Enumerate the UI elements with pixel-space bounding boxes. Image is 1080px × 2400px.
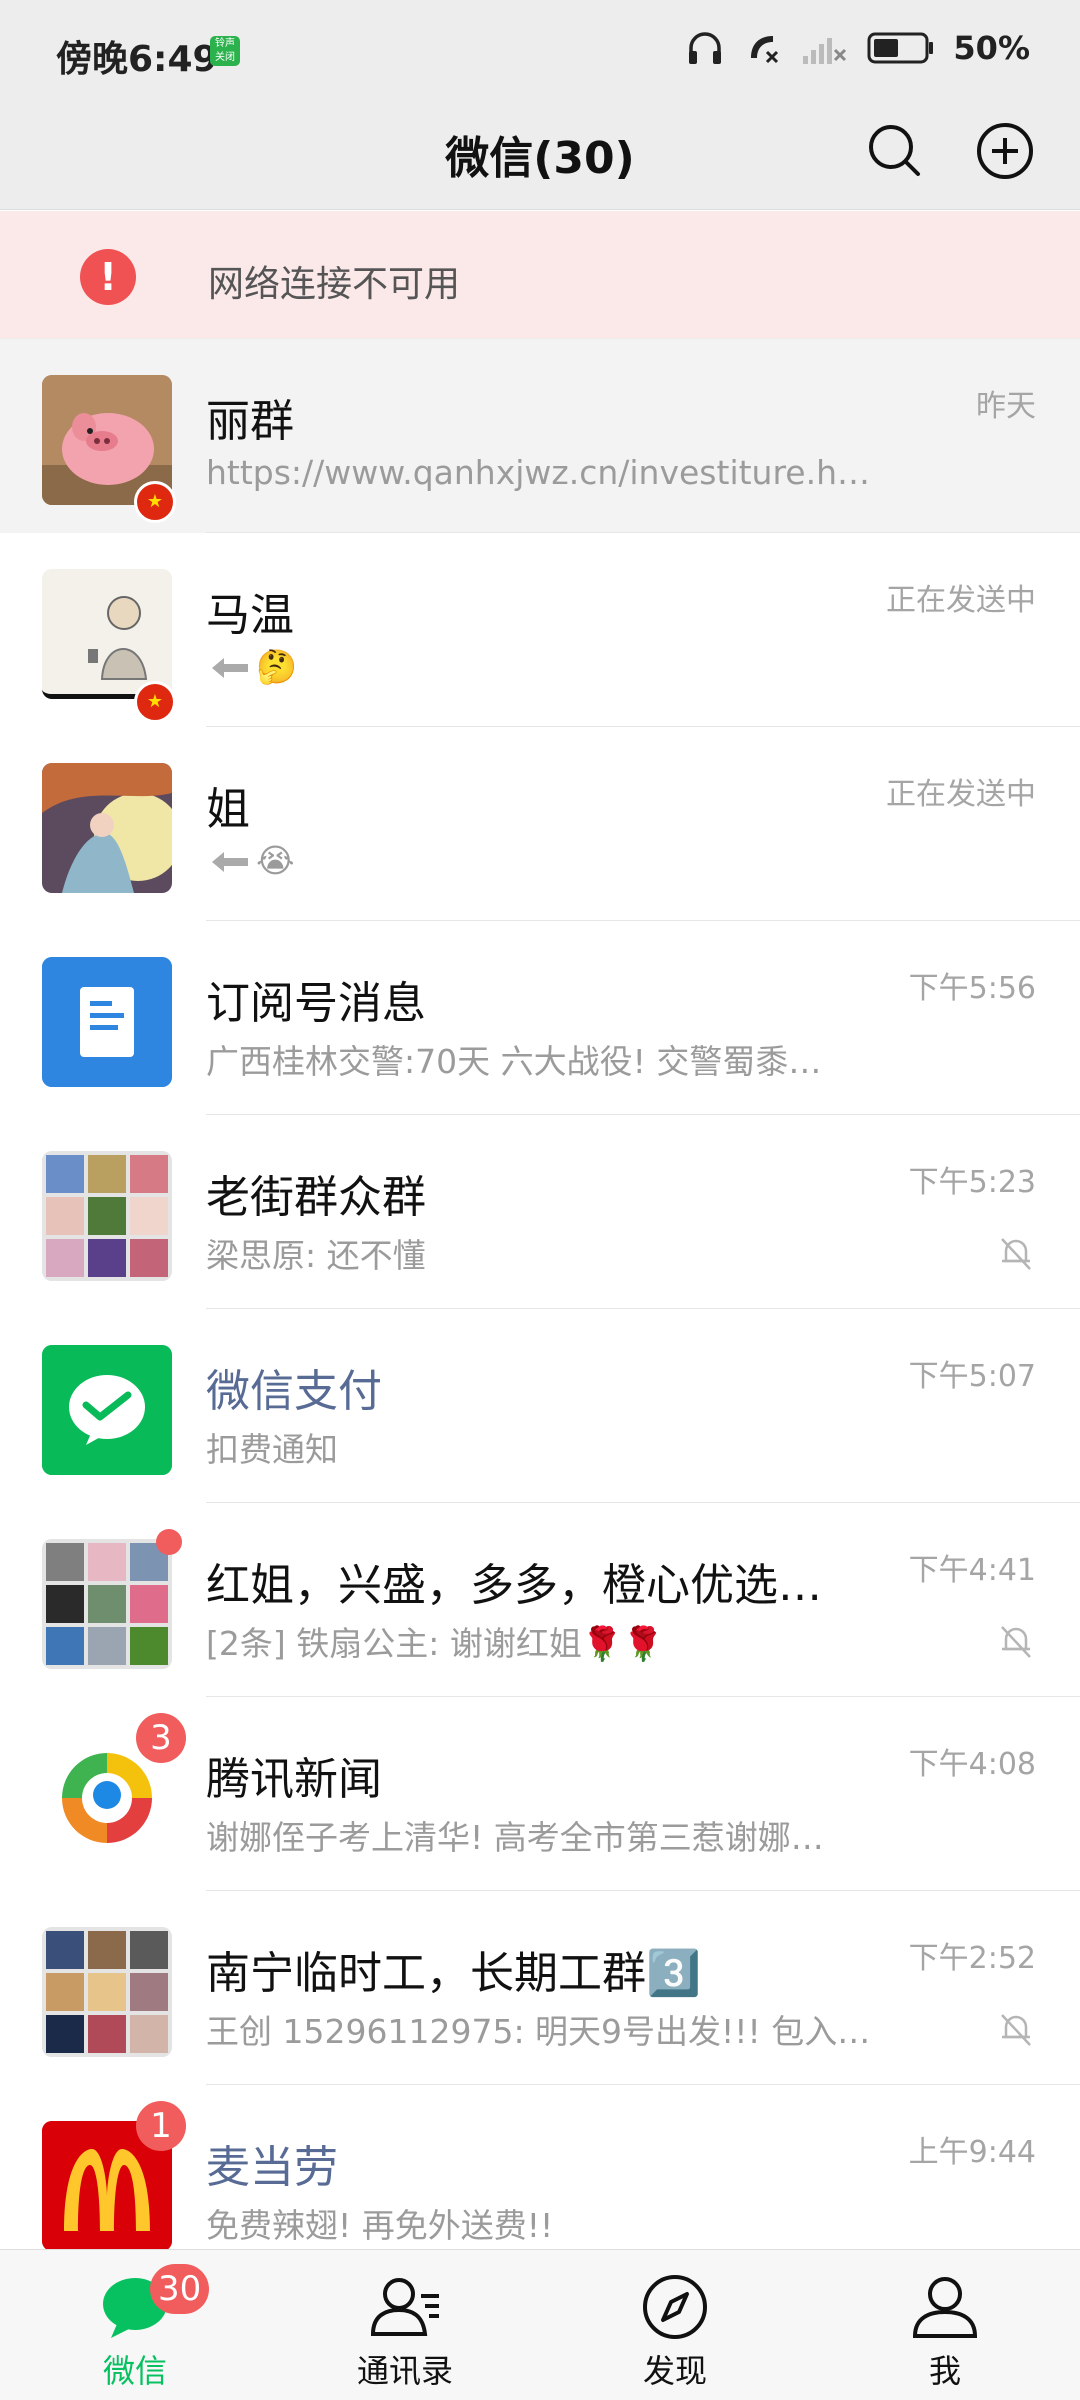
profile-icon bbox=[912, 2277, 978, 2338]
chat-name: 订阅号消息 bbox=[206, 978, 426, 1029]
chat-preview: 王创 15296112975: 明天9号出发!!! 包入… bbox=[206, 2012, 871, 2051]
avatar bbox=[42, 1927, 172, 2057]
muted-bell-icon bbox=[1001, 1626, 1031, 1658]
tab-unread-badge: 30 bbox=[150, 2264, 210, 2314]
chat-item[interactable]: 1 麦当劳 免费辣翅! 再免外送费!! 上午9:44 bbox=[0, 2085, 1080, 2249]
group-avatar-grid bbox=[42, 1539, 172, 1669]
muted-bell-icon bbox=[1001, 1238, 1031, 1270]
chat-preview: 扣费通知 bbox=[206, 1430, 338, 1469]
china-flag-icon: ★ bbox=[134, 681, 176, 723]
monk-avatar-image bbox=[42, 569, 172, 694]
avatar bbox=[42, 763, 172, 893]
top-bar: 微信(30) bbox=[0, 100, 1080, 210]
battery-percent: 50% bbox=[953, 29, 1030, 67]
chat-time: 正在发送中 bbox=[886, 777, 1036, 812]
muted-bell-icon bbox=[1001, 2014, 1031, 2046]
chat-time: 昨天 bbox=[976, 389, 1036, 424]
tab-label: 通讯录 bbox=[356, 2352, 453, 2390]
chat-item[interactable]: 老街群众群 梁思原: 还不懂 下午5:23 bbox=[0, 1115, 1080, 1309]
chat-preview: 🤔 bbox=[256, 647, 298, 686]
tab-discover[interactable]: 发现 bbox=[540, 2250, 810, 2400]
chat-name: 丽群 bbox=[206, 396, 294, 447]
sending-arrow-icon bbox=[212, 658, 248, 678]
banner-text: 网络连接不可用 bbox=[208, 264, 461, 305]
chat-name: 马温 bbox=[206, 590, 294, 641]
chat-item[interactable]: 姐 😭 正在发送中 bbox=[0, 727, 1080, 921]
chat-name: 微信支付 bbox=[206, 1366, 382, 1417]
chat-preview: 广西桂林交警:70天 六大战役! 交警蜀黍… bbox=[206, 1042, 822, 1081]
contacts-icon bbox=[370, 2278, 439, 2336]
chat-preview: [2条] 铁扇公主: 谢谢红姐🌹🌹 bbox=[206, 1624, 665, 1663]
tab-contacts[interactable]: 通讯录 bbox=[270, 2250, 540, 2400]
compass-icon bbox=[643, 2275, 707, 2339]
chat-preview: 谢娜侄子考上清华! 高考全市第三惹谢娜… bbox=[206, 1818, 824, 1857]
chat-name: 老街群众群 bbox=[206, 1172, 426, 1223]
avatar bbox=[42, 1539, 172, 1669]
chat-time: 下午5:23 bbox=[908, 1165, 1036, 1200]
avatar bbox=[42, 957, 172, 1087]
chat-time: 上午9:44 bbox=[908, 2135, 1036, 2170]
status-bar: 傍晚6:49 铃声 关闭 50% bbox=[0, 0, 1080, 100]
unread-badge: 1 bbox=[136, 2101, 186, 2151]
chat-name: 姐 bbox=[206, 784, 250, 835]
tab-label: 发现 bbox=[642, 2352, 707, 2390]
chat-time: 下午5:07 bbox=[908, 1359, 1036, 1394]
bottom-navigation: 30 微信 通讯录 发现 我 bbox=[0, 2249, 1080, 2400]
chat-time: 下午4:41 bbox=[908, 1553, 1036, 1588]
girl-moon-avatar-image bbox=[42, 763, 172, 893]
unread-dot bbox=[156, 1529, 182, 1555]
avatar bbox=[42, 569, 172, 699]
chat-preview: 梁思原: 还不懂 bbox=[206, 1236, 426, 1275]
tab-label: 微信 bbox=[102, 2352, 167, 2390]
chat-item[interactable]: ★ 马温 🤔 正在发送中 bbox=[0, 533, 1080, 727]
chat-preview: 😭 bbox=[256, 841, 295, 880]
battery-icon bbox=[867, 32, 934, 64]
sending-arrow-icon bbox=[212, 852, 248, 872]
chat-name: 腾讯新闻 bbox=[206, 1754, 382, 1805]
chat-preview: https://www.qanhxjwz.cn/investiture.h… bbox=[206, 453, 871, 492]
chat-name: 红姐，兴盛，多多，橙心优选… bbox=[206, 1560, 822, 1611]
chat-item[interactable]: 南宁临时工，长期工群3️⃣ 王创 15296112975: 明天9号出发!!! … bbox=[0, 1891, 1080, 2085]
ringtone-off-indicator: 铃声 关闭 bbox=[210, 36, 240, 66]
search-icon[interactable] bbox=[860, 116, 930, 186]
wechat-pay-icon bbox=[42, 1345, 172, 1475]
chat-item[interactable]: 红姐，兴盛，多多，橙心优选… [2条] 铁扇公主: 谢谢红姐🌹🌹 下午4:41 bbox=[0, 1503, 1080, 1697]
group-avatar-grid bbox=[42, 1151, 172, 1281]
status-time: 傍晚6:49 bbox=[56, 39, 218, 80]
chat-item[interactable]: 订阅号消息 广西桂林交警:70天 六大战役! 交警蜀黍… 下午5:56 bbox=[0, 921, 1080, 1115]
add-circle-icon[interactable] bbox=[970, 116, 1040, 186]
avatar bbox=[42, 1345, 172, 1475]
no-signal-icon bbox=[803, 38, 847, 64]
chat-item[interactable]: 3 腾讯新闻 谢娜侄子考上清华! 高考全市第三惹谢娜… 下午4:08 bbox=[0, 1697, 1080, 1891]
subscription-doc-icon bbox=[42, 957, 172, 1087]
chat-list: ★ 丽群 https://www.qanhxjwz.cn/investiture… bbox=[0, 339, 1080, 2249]
headphones-icon bbox=[689, 32, 722, 64]
chat-time: 下午2:52 bbox=[908, 1941, 1036, 1976]
call-muted-icon bbox=[751, 36, 779, 64]
chat-name: 南宁临时工，长期工群3️⃣ bbox=[206, 1948, 701, 1999]
chat-time: 下午4:08 bbox=[908, 1747, 1036, 1782]
network-unavailable-banner[interactable]: ! 网络连接不可用 bbox=[0, 211, 1080, 339]
chat-time: 下午5:56 bbox=[908, 971, 1036, 1006]
unread-badge: 3 bbox=[136, 1713, 186, 1763]
chat-item[interactable]: 微信支付 扣费通知 下午5:07 bbox=[0, 1309, 1080, 1503]
warning-icon: ! bbox=[80, 249, 136, 305]
chat-name: 麦当劳 bbox=[206, 2142, 338, 2193]
chat-preview: 免费辣翅! 再免外送费!! bbox=[206, 2206, 554, 2245]
tab-label: 我 bbox=[928, 2352, 961, 2390]
china-flag-icon: ★ bbox=[134, 481, 176, 523]
avatar bbox=[42, 1151, 172, 1281]
status-icons: 50% bbox=[685, 28, 1030, 68]
chat-item[interactable]: ★ 丽群 https://www.qanhxjwz.cn/investiture… bbox=[0, 339, 1080, 533]
tab-wechat[interactable]: 30 微信 bbox=[0, 2250, 270, 2400]
tab-me[interactable]: 我 bbox=[810, 2250, 1080, 2400]
group-avatar-grid bbox=[42, 1927, 172, 2057]
chat-time: 正在发送中 bbox=[886, 583, 1036, 618]
